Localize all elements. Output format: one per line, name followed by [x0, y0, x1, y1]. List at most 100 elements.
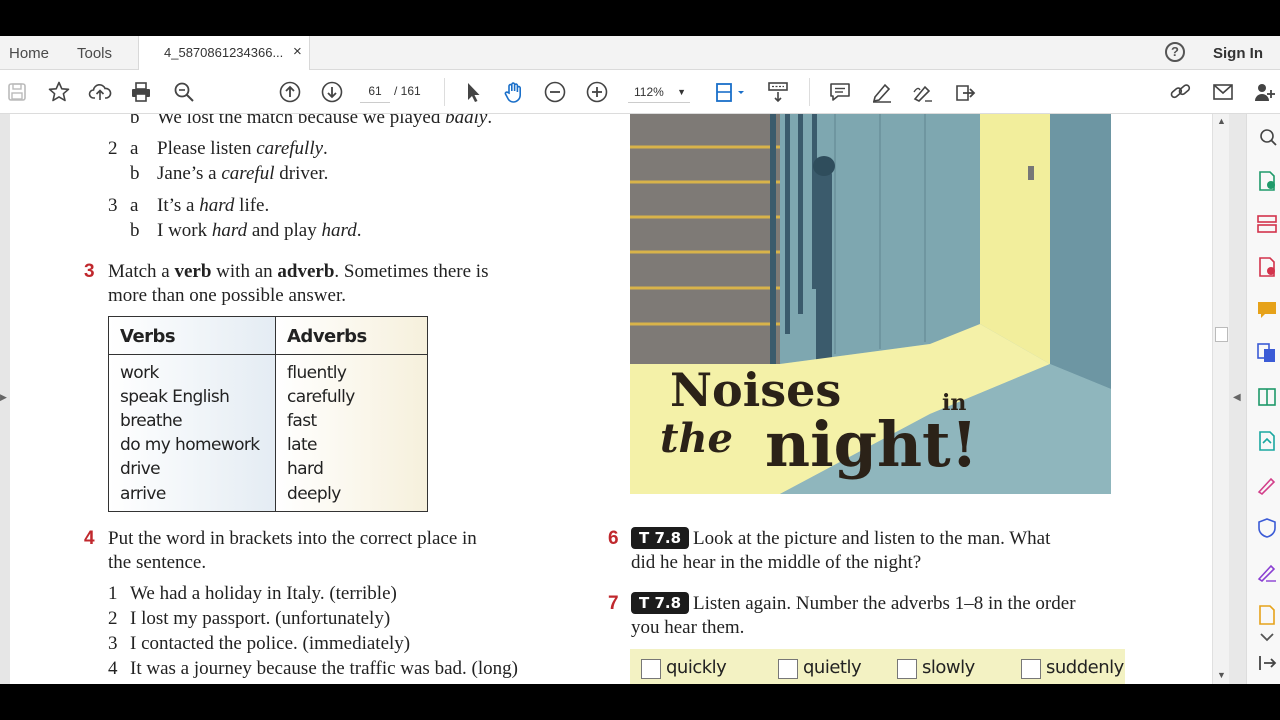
- zoom-level-select[interactable]: 112% ▼: [628, 81, 690, 103]
- zoom-out-icon[interactable]: [543, 80, 567, 104]
- comment-icon[interactable]: [828, 80, 852, 104]
- exercise-3-number: 3: [84, 261, 95, 282]
- page-total-label: / 161: [394, 84, 421, 98]
- scroll-down-icon[interactable]: ▼: [1217, 670, 1226, 680]
- export-pdf-icon[interactable]: [1256, 170, 1278, 192]
- adverbs-header: Adverbs: [287, 326, 367, 347]
- compress-icon[interactable]: [1256, 386, 1278, 408]
- checkbox[interactable]: [778, 659, 798, 679]
- exercise-2-letter: b: [130, 114, 140, 128]
- scrollbar-thumb[interactable]: [1215, 327, 1228, 342]
- fill-sign-icon[interactable]: [1256, 474, 1278, 496]
- enhance-scans-icon[interactable]: [1256, 430, 1278, 452]
- verb-cell: work: [120, 363, 159, 383]
- link-icon[interactable]: [1169, 80, 1193, 104]
- adverb-cell: deeply: [287, 484, 341, 504]
- fit-page-icon[interactable]: [714, 80, 748, 104]
- exercise-6-line-2: did he hear in the middle of the night?: [631, 552, 922, 573]
- exercise-7-line-2: you hear them.: [631, 617, 745, 638]
- home-tab[interactable]: Home: [9, 45, 49, 62]
- exercise-2-item-number: 2: [108, 138, 118, 159]
- title-the: the: [660, 415, 733, 462]
- highlight-pen-icon[interactable]: [870, 80, 894, 104]
- verb-cell: drive: [120, 459, 161, 479]
- vertical-scrollbar[interactable]: ▲ ▼: [1212, 114, 1229, 684]
- hand-tool-icon[interactable]: [502, 80, 526, 104]
- checkbox[interactable]: [641, 659, 661, 679]
- bookmark-star-icon[interactable]: [47, 80, 71, 104]
- exercise-6-line-1: Look at the picture and listen to the ma…: [693, 528, 1051, 549]
- verb-cell: speak English: [120, 387, 230, 407]
- verbs-adverbs-table: Verbs Adverbs work speak English breathe…: [108, 316, 428, 512]
- sign-in-button[interactable]: Sign In: [1213, 45, 1263, 62]
- checkbox[interactable]: [1021, 659, 1041, 679]
- exercise-7-line-1: Listen again. Number the adverbs 1–8 in …: [693, 593, 1076, 614]
- adverbs-checklist: quickly quietly slowly suddenly: [630, 649, 1125, 684]
- zoom-search-icon[interactable]: [172, 80, 196, 104]
- email-icon[interactable]: [1211, 80, 1235, 104]
- page-up-icon[interactable]: [278, 80, 302, 104]
- verb-cell: breathe: [120, 411, 183, 431]
- side-panel-scroll-down-icon[interactable]: [1256, 626, 1278, 642]
- right-panel-toggle[interactable]: ◀: [1229, 114, 1246, 684]
- exercise-2-letter: a: [130, 195, 139, 216]
- organize-pages-icon[interactable]: [1256, 213, 1278, 235]
- chevron-down-icon: ▼: [677, 87, 686, 97]
- exercise-2-letter: b: [130, 163, 140, 184]
- exercise-2-item-number: 3: [108, 195, 118, 216]
- search-tools-icon[interactable]: [1256, 126, 1278, 148]
- zoom-level-value: 112%: [634, 85, 664, 99]
- close-tab-icon[interactable]: ×: [293, 43, 302, 60]
- exercise-4-instruction-line-2: the sentence.: [108, 552, 207, 573]
- exercise-4-number: 4: [84, 528, 95, 549]
- checkbox[interactable]: [897, 659, 917, 679]
- document-tab[interactable]: 4_5870861234366... ×: [138, 36, 310, 70]
- send-for-signature-icon[interactable]: [1256, 561, 1278, 583]
- audio-track-badge: T 7.8: [631, 527, 690, 549]
- exercise-6-number: 6: [608, 528, 619, 549]
- exercise-2-letter: b: [130, 220, 140, 241]
- exercise-4-item-number: 1: [108, 583, 118, 604]
- scroll-mode-icon[interactable]: [766, 80, 790, 104]
- upload-icon[interactable]: [88, 80, 112, 104]
- exercise-4-item: I contacted the police. (immediately): [130, 633, 411, 654]
- main-toolbar: 61 / 161 112% ▼: [0, 70, 1280, 114]
- share-icon[interactable]: [953, 80, 977, 104]
- chevron-left-icon: ◀: [1233, 392, 1241, 403]
- select-cursor-icon[interactable]: [461, 80, 485, 104]
- verb-cell: do my homework: [120, 435, 260, 455]
- window-bottom-frame: [0, 684, 1280, 720]
- exercise-4-item-number: 4: [108, 658, 118, 679]
- exercise-4-instruction-line-1: Put the word in brackets into the correc…: [108, 528, 477, 549]
- help-icon[interactable]: ?: [1165, 42, 1185, 62]
- exercise-3-instruction-line-2: more than one possible answer.: [108, 285, 346, 306]
- print-icon[interactable]: [129, 80, 153, 104]
- chevron-right-icon: ▶: [0, 392, 7, 402]
- collapse-panel-icon[interactable]: [1256, 652, 1278, 674]
- exercise-2-letter: a: [130, 138, 139, 159]
- create-pdf-icon[interactable]: [1256, 256, 1278, 278]
- adverb-option: quickly: [666, 657, 727, 678]
- adverb-cell: fluently: [287, 363, 347, 383]
- add-user-icon[interactable]: [1252, 80, 1276, 104]
- window-top-frame: [0, 0, 1280, 36]
- tools-tab[interactable]: Tools: [77, 45, 112, 62]
- noises-in-the-night-illustration: Noises in the night!: [630, 114, 1111, 494]
- adverb-cell: hard: [287, 459, 324, 479]
- exercise-3-instruction-line-1: Match a verb with an adverb. Sometimes t…: [108, 261, 489, 282]
- page-number-input[interactable]: 61: [360, 79, 390, 103]
- sign-icon[interactable]: [911, 80, 935, 104]
- protect-icon[interactable]: [1256, 517, 1278, 539]
- save-icon[interactable]: [5, 80, 29, 104]
- zoom-in-icon[interactable]: [585, 80, 609, 104]
- scroll-up-icon[interactable]: ▲: [1217, 116, 1226, 126]
- left-panel-toggle[interactable]: ▶: [0, 114, 10, 684]
- pdf-page: b We lost the match because we played ba…: [10, 114, 1212, 684]
- adverb-cell: fast: [287, 411, 317, 431]
- page-down-icon[interactable]: [320, 80, 344, 104]
- exercise-4-item-number: 3: [108, 633, 118, 654]
- combine-files-icon[interactable]: [1256, 342, 1278, 364]
- more-tools-icon[interactable]: [1256, 604, 1278, 626]
- exercise-7-number: 7: [608, 593, 619, 614]
- comment-tool-icon[interactable]: [1256, 299, 1278, 321]
